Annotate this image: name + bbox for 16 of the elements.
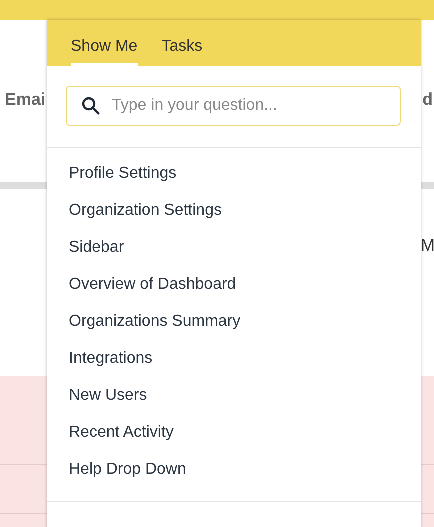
column-heading: Emai	[5, 90, 46, 110]
help-topic-item[interactable]: Integrations	[47, 340, 421, 377]
search-field[interactable]: Type in your question...	[66, 86, 401, 126]
help-topic-item[interactable]: Sidebar	[47, 229, 421, 266]
tab[interactable]: Show Me	[71, 32, 138, 66]
page-label: M	[420, 236, 434, 256]
tab[interactable]: Tasks	[162, 32, 203, 66]
search-icon	[81, 96, 101, 116]
column-heading: d	[422, 90, 433, 110]
help-topic-item[interactable]: Recent Activity	[47, 414, 421, 451]
help-topic-item[interactable]: Organizations Summary	[47, 303, 421, 340]
help-topic-item[interactable]: Help Drop Down	[47, 451, 421, 488]
help-topic-item[interactable]: Profile Settings	[47, 155, 421, 192]
help-topic-item[interactable]: New Users	[47, 377, 421, 414]
help-topic-item[interactable]: Organization Settings	[47, 192, 421, 229]
help-topic-item[interactable]: Overview of Dashboard	[47, 266, 421, 303]
